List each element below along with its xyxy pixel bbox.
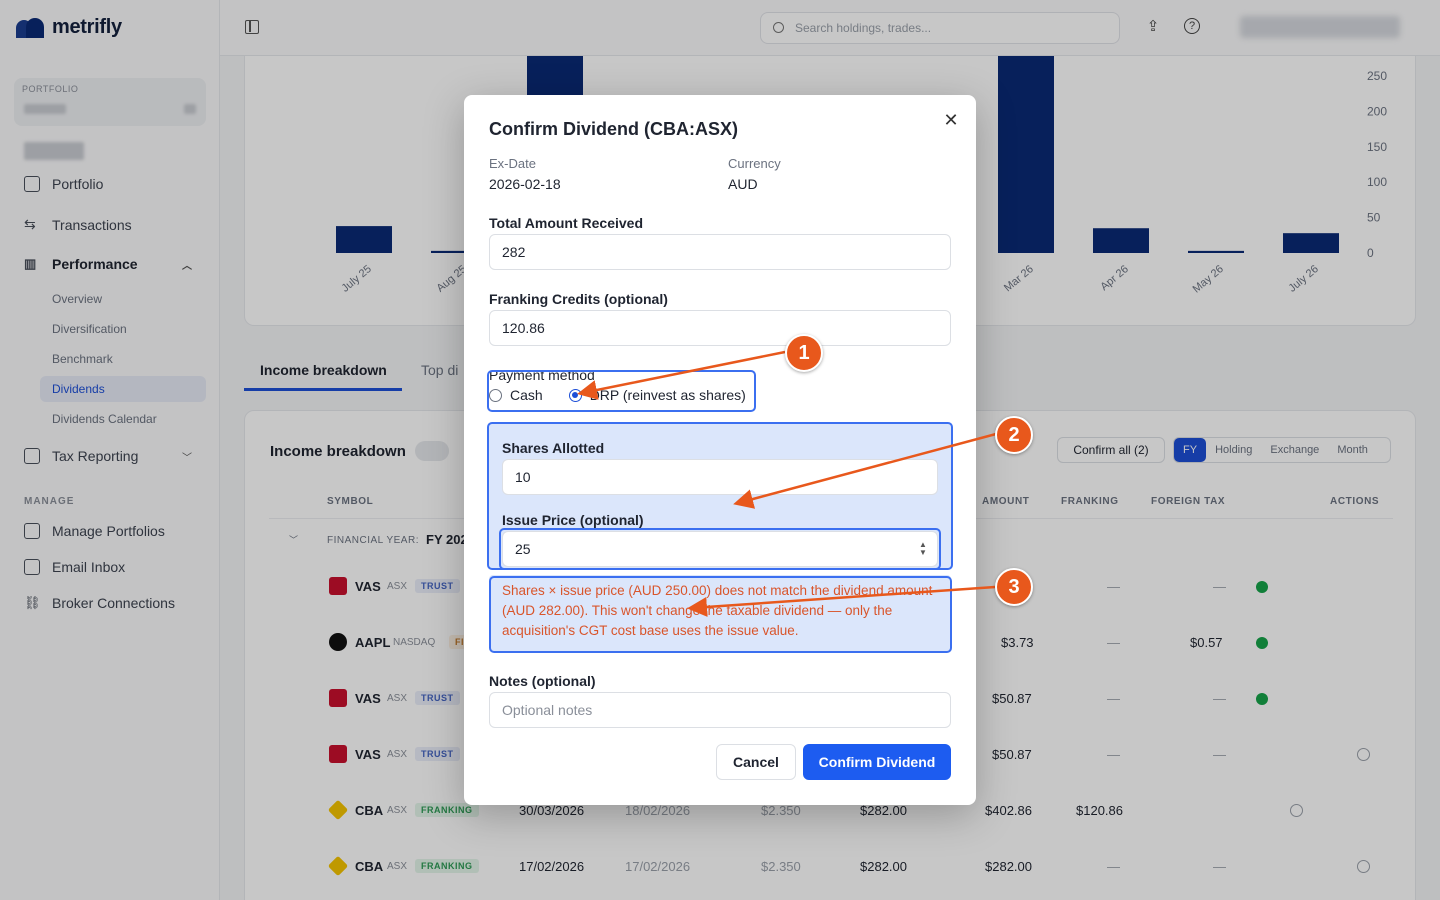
franking-label: Franking Credits (optional) [489, 291, 668, 307]
currency-label: Currency [728, 156, 781, 171]
ex-date-value: 2026-02-18 [489, 176, 561, 192]
dialog-title: Confirm Dividend (CBA:ASX) [489, 119, 738, 139]
callout-2: 2 [995, 416, 1033, 454]
notes-label: Notes (optional) [489, 673, 596, 689]
total-amount-input[interactable] [489, 234, 951, 270]
notes-input[interactable] [489, 692, 951, 728]
cancel-button[interactable]: Cancel [716, 744, 796, 780]
confirm-dividend-button[interactable]: Confirm Dividend [803, 744, 951, 780]
ex-date-label: Ex-Date [489, 156, 536, 171]
callout-1: 1 [785, 334, 823, 372]
highlight-payment-method [487, 370, 756, 412]
close-icon[interactable]: ✕ [941, 110, 961, 130]
highlight-issue-price [499, 528, 941, 570]
callout-3: 3 [995, 568, 1033, 606]
highlight-warning [489, 576, 952, 653]
franking-input[interactable] [489, 310, 951, 346]
currency-value: AUD [728, 176, 758, 192]
total-amount-label: Total Amount Received [489, 215, 644, 231]
